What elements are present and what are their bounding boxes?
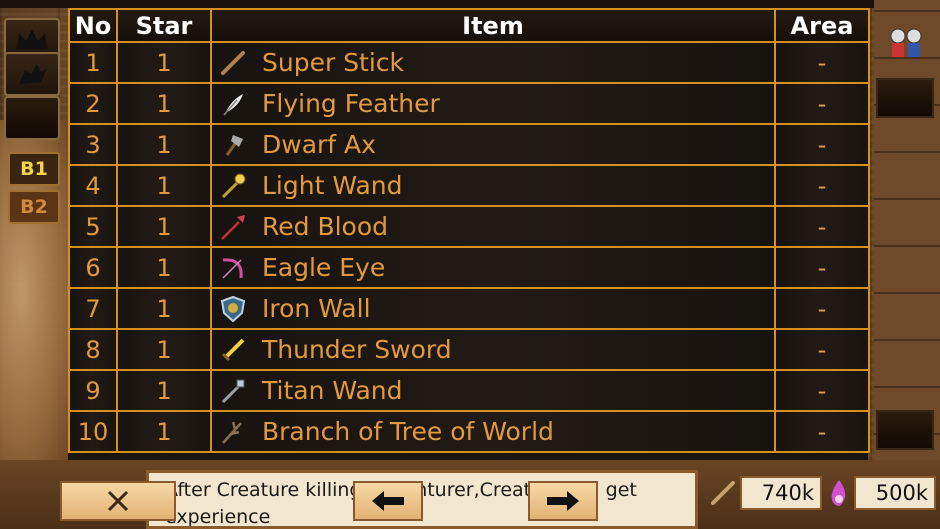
next-page-button[interactable] — [528, 481, 598, 521]
row-no: 8 — [68, 328, 118, 371]
spear-icon — [218, 212, 248, 242]
row-no: 6 — [68, 246, 118, 289]
row-area: - — [774, 369, 870, 412]
item-name: Thunder Sword — [262, 335, 452, 364]
scroll-up-button[interactable] — [876, 78, 934, 118]
crown-icon — [17, 30, 47, 49]
table-row[interactable]: 4 1 Light Wand - — [68, 164, 870, 207]
table-row[interactable]: 2 1 Flying Feather - — [68, 82, 870, 125]
floor-b1-button[interactable]: B1 — [8, 152, 60, 186]
header-star: Star — [116, 8, 212, 43]
row-no: 2 — [68, 82, 118, 125]
table-row[interactable]: 7 1 Iron Wall - — [68, 287, 870, 330]
axe-icon — [218, 130, 248, 160]
row-area: - — [774, 164, 870, 207]
row-star: 1 — [116, 328, 212, 371]
staff-icon — [218, 376, 248, 406]
table-row[interactable]: 3 1 Dwarf Ax - — [68, 123, 870, 166]
row-star: 1 — [116, 287, 212, 330]
row-item: Eagle Eye — [210, 246, 776, 289]
item-name: Super Stick — [262, 48, 405, 77]
header-item: Item — [210, 8, 776, 43]
branch-icon — [218, 417, 248, 447]
item-name: Red Blood — [262, 212, 389, 241]
table-row[interactable]: 8 1 Thunder Sword - — [68, 328, 870, 371]
row-star: 1 — [116, 82, 212, 125]
row-item: Flying Feather — [210, 82, 776, 125]
row-star: 1 — [116, 410, 212, 453]
row-area: - — [774, 205, 870, 248]
item-name: Branch of Tree of World — [262, 417, 554, 446]
item-name: Light Wand — [262, 171, 403, 200]
item-name: Dwarf Ax — [262, 130, 376, 159]
party-icon[interactable] — [880, 22, 932, 62]
mana-flame-icon — [822, 476, 856, 510]
dragon-button[interactable] — [4, 52, 60, 96]
arrow-left-icon — [372, 491, 404, 511]
item-name: Eagle Eye — [262, 253, 386, 282]
row-area: - — [774, 287, 870, 330]
stick-icon — [218, 48, 248, 78]
row-area: - — [774, 246, 870, 289]
stick-resource-icon — [706, 476, 740, 510]
row-star: 1 — [116, 205, 212, 248]
shield-icon — [218, 294, 248, 324]
dragon-icon — [19, 64, 47, 84]
table-row[interactable]: 10 1 Branch of Tree of World - — [68, 410, 870, 453]
prev-page-button[interactable] — [353, 481, 423, 521]
close-button[interactable] — [60, 481, 176, 521]
scroll-down-button[interactable] — [876, 410, 934, 450]
row-item: Titan Wand — [210, 369, 776, 412]
sword-icon — [218, 335, 248, 365]
header-area: Area — [774, 8, 870, 43]
item-name: Titan Wand — [262, 376, 403, 405]
wand-icon — [218, 171, 248, 201]
row-item: Thunder Sword — [210, 328, 776, 371]
table-row[interactable]: 5 1 Red Blood - — [68, 205, 870, 248]
table-header: No Star Item Area — [68, 8, 870, 43]
row-item: Branch of Tree of World — [210, 410, 776, 453]
item-name: Iron Wall — [262, 294, 371, 323]
gold-stat: 740k — [740, 476, 822, 510]
row-area: - — [774, 123, 870, 166]
row-area: - — [774, 410, 870, 453]
close-icon — [107, 490, 129, 512]
item-name: Flying Feather — [262, 89, 440, 118]
row-no: 7 — [68, 287, 118, 330]
right-panel — [874, 0, 940, 529]
row-star: 1 — [116, 369, 212, 412]
row-star: 1 — [116, 41, 212, 84]
row-no: 10 — [68, 410, 118, 453]
item-table: No Star Item Area 1 1 Super Stick - 2 1 — [68, 8, 870, 460]
row-area: - — [774, 328, 870, 371]
mana-stat: 500k — [854, 476, 936, 510]
row-no: 5 — [68, 205, 118, 248]
row-no: 9 — [68, 369, 118, 412]
floor-b2-button[interactable]: B2 — [8, 190, 60, 224]
row-item: Light Wand — [210, 164, 776, 207]
table-row[interactable]: 6 1 Eagle Eye - — [68, 246, 870, 289]
row-no: 4 — [68, 164, 118, 207]
row-star: 1 — [116, 164, 212, 207]
top-strip — [0, 0, 940, 8]
row-area: - — [774, 41, 870, 84]
row-star: 1 — [116, 123, 212, 166]
header-no: No — [68, 8, 118, 43]
left-panel-button[interactable] — [4, 96, 60, 140]
feather-icon — [218, 89, 248, 119]
row-item: Iron Wall — [210, 287, 776, 330]
row-item: Red Blood — [210, 205, 776, 248]
table-row[interactable]: 1 1 Super Stick - — [68, 41, 870, 84]
arrow-right-icon — [547, 491, 579, 511]
row-item: Super Stick — [210, 41, 776, 84]
row-item: Dwarf Ax — [210, 123, 776, 166]
row-no: 1 — [68, 41, 118, 84]
table-row[interactable]: 9 1 Titan Wand - — [68, 369, 870, 412]
row-no: 3 — [68, 123, 118, 166]
row-area: - — [774, 82, 870, 125]
bow-icon — [218, 253, 248, 283]
row-star: 1 — [116, 246, 212, 289]
